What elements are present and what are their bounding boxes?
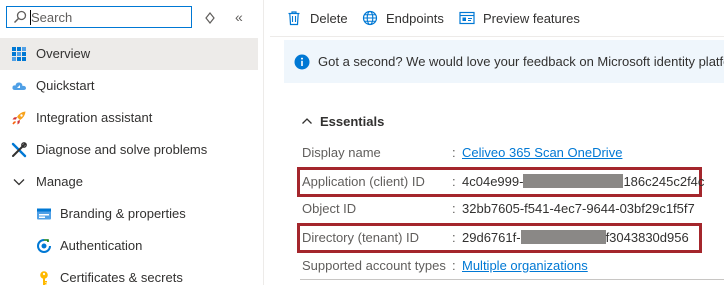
- sidebar-item-diagnose-and-solve-problems[interactable]: Diagnose and solve problems: [0, 134, 258, 166]
- preview-features-label: Preview features: [483, 10, 580, 26]
- object-id-value[interactable]: 32bb7605-f541-4ec7-9644-03bf29c1f5f7: [462, 201, 695, 217]
- essentials-row-object-id: Object ID : 32bb7605-f541-4ec7-9644-03bf…: [302, 199, 724, 219]
- sidebar-divider: [263, 0, 264, 285]
- delete-label: Delete: [310, 10, 348, 26]
- row-key: Supported account types: [302, 258, 446, 273]
- cloud-icon: [12, 82, 26, 90]
- sidebar-item-quickstart[interactable]: Quickstart: [0, 70, 258, 102]
- search-input[interactable]: [31, 9, 186, 25]
- endpoints-label: Endpoints: [386, 10, 444, 26]
- key-icon: [40, 271, 48, 285]
- branding-card-icon: [37, 208, 51, 220]
- row-key: Display name: [302, 145, 381, 160]
- sidebar-group-manage[interactable]: Manage: [0, 166, 258, 198]
- row-key: Directory (tenant) ID: [302, 230, 420, 245]
- toolbar-divider: [270, 36, 724, 37]
- display-name-link[interactable]: Celiveo 365 Scan OneDrive: [462, 145, 622, 161]
- row-key: Object ID: [302, 201, 357, 216]
- sidebar-item-overview[interactable]: Overview: [0, 38, 258, 70]
- application-id-value[interactable]: 4c04e999- 186c245c2f4c: [462, 174, 704, 190]
- essentials-bottom-border: [300, 279, 724, 280]
- feedback-banner[interactable]: Got a second? We would love your feedbac…: [284, 40, 724, 83]
- sidebar-item-integration-assistant[interactable]: Integration assistant: [0, 102, 258, 134]
- essentials-row-application-id: Application (client) ID : 4c04e999- 186c2…: [302, 172, 724, 192]
- supported-account-types-link[interactable]: Multiple organizations: [462, 258, 588, 274]
- sidebar-item-label: Authentication: [60, 238, 143, 253]
- chevron-down-icon: [13, 179, 25, 186]
- row-separator: :: [452, 230, 456, 245]
- sidebar-item-label: Manage: [36, 174, 83, 189]
- preview-features-button[interactable]: Preview features: [459, 8, 580, 28]
- row-separator: :: [452, 145, 456, 160]
- essentials-toggle[interactable]: Essentials: [300, 112, 384, 130]
- authentication-icon: [37, 239, 51, 253]
- sidebar-item-label: Branding & properties: [60, 206, 186, 221]
- feedback-message: Got a second? We would love your feedbac…: [318, 54, 724, 69]
- essentials-title: Essentials: [320, 113, 385, 129]
- trash-icon: [288, 11, 300, 26]
- chevron-up-icon: [302, 118, 312, 124]
- sidebar-item-label: Diagnose and solve problems: [36, 142, 208, 157]
- globe-icon: [362, 10, 378, 26]
- sidebar-item-label: Overview: [36, 46, 91, 61]
- application-id-start: 4c04e999-: [462, 174, 524, 189]
- search-row: «: [0, 0, 258, 37]
- sidebar-item-authentication[interactable]: Authentication: [0, 230, 258, 262]
- row-separator: :: [452, 258, 456, 273]
- essentials-row-directory-id: Directory (tenant) ID : 29d6761f-f304383…: [302, 228, 724, 248]
- sidebar-item-label: Certificates & secrets: [60, 270, 183, 285]
- endpoints-button[interactable]: Endpoints: [362, 8, 444, 28]
- rocket-icon: [12, 111, 26, 125]
- directory-id-start: 29d6761f-: [462, 230, 521, 245]
- sort-diamond-icon[interactable]: [204, 12, 216, 24]
- wrench-icon: [11, 142, 27, 158]
- delete-button[interactable]: Delete: [286, 8, 348, 28]
- overview-grid-icon: [12, 47, 26, 61]
- essentials-row-display-name: Display name : Celiveo 365 Scan OneDrive: [302, 143, 724, 163]
- info-icon: [294, 54, 310, 70]
- sidebar-item-label: Integration assistant: [36, 110, 153, 125]
- preview-features-icon: [459, 11, 475, 25]
- redaction-bar: [523, 174, 624, 188]
- essentials-row-supported-account-types: Supported account types : Multiple organ…: [302, 256, 724, 276]
- sidebar-item-certificates-secrets[interactable]: Certificates & secrets: [0, 262, 258, 294]
- row-key: Application (client) ID: [302, 174, 425, 189]
- sidebar-item-branding-properties[interactable]: Branding & properties: [0, 198, 258, 230]
- search-icon: [13, 10, 27, 24]
- left-navigation: « Overview Quickstart Integration assist…: [0, 0, 258, 285]
- row-separator: :: [452, 201, 456, 216]
- directory-id-end: f3043830d956: [605, 230, 689, 245]
- directory-id-value[interactable]: 29d6761f-f3043830d956: [462, 230, 689, 246]
- application-id-end: 186c245c2f4c: [623, 174, 705, 189]
- collapse-sidebar-icon[interactable]: «: [235, 10, 243, 24]
- sidebar-item-label: Quickstart: [36, 78, 95, 93]
- redaction-bar: [520, 230, 606, 244]
- command-bar: Delete Endpoints Preview features: [270, 0, 724, 37]
- search-box[interactable]: [6, 6, 192, 28]
- row-separator: :: [452, 174, 456, 189]
